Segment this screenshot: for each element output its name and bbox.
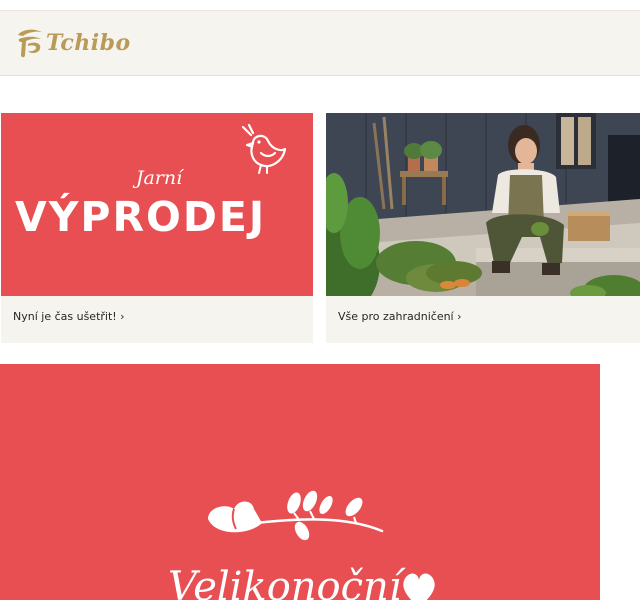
tchibo-logo[interactable]: Tchibo <box>12 25 131 61</box>
spring-sale-image: Jarní VÝPRODEJ <box>1 113 313 296</box>
tchibo-logo-icon <box>18 29 42 58</box>
site-header: Tchibo <box>0 10 640 76</box>
easter-banner[interactable]: Velikonoční <box>0 364 600 600</box>
promo-title: VÝPRODEJ <box>15 193 267 241</box>
top-strip <box>0 0 640 10</box>
bird-icon <box>241 123 287 174</box>
logo-text: Tchibo <box>46 30 131 56</box>
promo-subtitle: Jarní <box>135 167 183 189</box>
card-link-save[interactable]: Nyní je čas ušetřit! › <box>13 310 125 323</box>
heart-icon <box>403 573 435 600</box>
gardening-photo-illustration <box>326 113 640 296</box>
card-link-gardening[interactable]: Vše pro zahradničení › <box>338 310 462 323</box>
promo-card-gardening[interactable]: Vše pro zahradničení › <box>326 113 640 343</box>
gardening-photo <box>326 113 640 296</box>
promo-card-spring-sale[interactable]: Jarní VÝPRODEJ Nyní je čas ušetřit! › <box>1 113 313 343</box>
branch-icon <box>208 490 384 541</box>
banner-title: Velikonoční <box>168 564 402 600</box>
